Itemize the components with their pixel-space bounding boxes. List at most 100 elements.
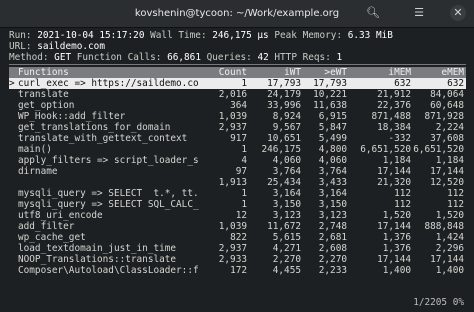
summary-line-method: Method: GET Function Calls: 66,861 Queri…: [9, 52, 466, 63]
cell-count: 2,937: [218, 243, 247, 254]
queries-label: Queries:: [206, 52, 252, 63]
http-requests-value: 1: [336, 52, 343, 63]
column-header-emem[interactable]: eMEM: [411, 67, 464, 78]
wall-time-label: Wall Time:: [150, 30, 207, 41]
table-row[interactable]: utf8_uri_encode 12 3,123 3,123 1,520 1,520: [9, 210, 466, 221]
cell-emem: 632: [447, 78, 464, 89]
cell-ewt: 2,608: [318, 243, 347, 254]
run-label: Run:: [9, 30, 32, 41]
cell-ewt: 3,164: [318, 188, 347, 199]
table-row[interactable]: WP_Hook::add_filter 1,039 8,924 6,915 871,48…: [9, 111, 466, 122]
cell-fn: translate_with_gettext_context: [18, 133, 188, 144]
cell-iwt: 3,764: [272, 166, 301, 177]
cell-imem: 17,144: [377, 254, 411, 265]
hamburger-menu-icon[interactable]: ☰: [411, 5, 427, 21]
cell-ewt: 11,638: [313, 100, 347, 111]
column-header-ewt[interactable]: >eWT: [301, 67, 347, 78]
cell-count: 172: [230, 265, 247, 276]
cell-fn: NOOP_Translations::translate: [18, 254, 177, 265]
wall-time-value: 246,175 μs: [212, 30, 269, 41]
table-row[interactable]: translate_with_gettext_context 917 10,651 5…: [9, 133, 466, 144]
title-bar: kovshenin@tycoon: ~/Work/example.org 🔍︎ …: [0, 0, 474, 28]
cell-imem: 22,376: [377, 100, 411, 111]
table-row[interactable]: Composer\Autoload\ClassLoader::f 172 4,455…: [9, 265, 466, 276]
cell-emem: 1,400: [435, 265, 464, 276]
column-header-functions[interactable]: Functions: [18, 67, 208, 78]
cell-iwt: 8,924: [272, 111, 301, 122]
scroll-position: 1/2205 0%: [413, 297, 464, 308]
cell-emem: 84,064: [430, 89, 464, 100]
cell-imem: 17,144: [377, 166, 411, 177]
table-row[interactable]: load_textdomain_just_in_time 2,937 4,271 2,…: [9, 243, 466, 254]
cell-iwt: 3,123: [272, 210, 301, 221]
cell-fn: get_option: [18, 100, 75, 111]
cell-count: 97: [235, 166, 247, 177]
cell-emem: 112: [447, 199, 464, 210]
column-header-imem[interactable]: iMEM: [347, 67, 411, 78]
cell-imem: 21,912: [377, 89, 411, 100]
table-row[interactable]: mysqli_query => SELECT t.*, tt. 1 3,164 3,1…: [9, 188, 466, 199]
search-icon[interactable]: 🔍︎: [365, 5, 381, 21]
cell-iwt: 4,271: [272, 243, 301, 254]
queries-value: 42: [257, 52, 269, 63]
cell-iwt: 3,164: [272, 188, 301, 199]
column-header-count[interactable]: Count: [189, 67, 247, 78]
table-row[interactable]: apply_filters => script_loader_s 4 4,060 4,…: [9, 155, 466, 166]
method-label: Method:: [9, 52, 49, 63]
table-row-selected[interactable]: > curl_exec => https://saildemo.co 1 17,793…: [9, 78, 466, 89]
cell-fn: mysqli_query => SELECT SQL_CALC_: [18, 199, 199, 210]
table-row[interactable]: wp_cache_get 822 5,615 2,681 1,376 1,424: [9, 232, 466, 243]
cell-imem: 17,144: [377, 221, 411, 232]
cell-ewt: 2,748: [318, 221, 347, 232]
cell-ewt: 5,499: [318, 133, 347, 144]
cell-count: 1,039: [218, 111, 247, 122]
url-value: saildemo.com: [37, 41, 105, 52]
cell-imem: 871,488: [371, 111, 411, 122]
cell-ewt: 2,681: [318, 232, 347, 243]
cell-ewt: 2,233: [318, 265, 347, 276]
close-icon[interactable]: ✕: [450, 5, 466, 21]
cell-fn: apply_filters => script_loader_s: [18, 155, 199, 166]
method-value: GET: [54, 52, 72, 63]
table-row[interactable]: translate 2,016 24,179 10,221 21,912 84,064: [9, 89, 466, 100]
cell-iwt: 11,672: [267, 221, 301, 232]
profile-table: Functions Count iWT >eWT iMEM eMEM > curl…: [9, 67, 466, 276]
cell-imem: 1,376: [382, 243, 411, 254]
cell-imem: 632: [394, 78, 411, 89]
cell-count: 1,039: [218, 221, 247, 232]
cell-iwt: 4,060: [272, 155, 301, 166]
cell-ewt: 17,793: [313, 78, 347, 89]
table-row[interactable]: 1,913 25,434 3,433 21,320 12,520: [9, 177, 466, 188]
table-row[interactable]: main() 1 246,175 4,800 6,651,520 6,651,520: [9, 144, 466, 155]
peak-memory-value: 6.33 MiB: [347, 30, 393, 41]
table-row[interactable]: NOOP_Translations::translate 2,933 2,270 2,…: [9, 254, 466, 265]
cell-count: 1: [241, 199, 247, 210]
cell-fn: curl_exec => https://saildemo.co: [18, 78, 199, 89]
table-row[interactable]: get_option 364 33,996 11,638 22,376 60,648: [9, 100, 466, 111]
cell-count: 917: [230, 133, 247, 144]
cell-emem: 2,296: [435, 243, 464, 254]
cell-emem: 12,520: [430, 177, 464, 188]
cell-emem: 1,184: [435, 155, 464, 166]
table-row[interactable]: dirname 97 3,764 3,764 17,144 17,144: [9, 166, 466, 177]
table-row[interactable]: add_filter 1,039 11,672 2,748 17,144 888,848: [9, 221, 466, 232]
cell-imem: 1,400: [382, 265, 411, 276]
summary-line-url: URL: saildemo.com: [9, 41, 466, 52]
cell-fn: utf8_uri_encode: [18, 210, 103, 221]
table-row[interactable]: mysqli_query => SELECT SQL_CALC_ 1 3,150 3,…: [9, 199, 466, 210]
table-header: Functions Count iWT >eWT iMEM eMEM: [9, 67, 466, 78]
terminal-content: Run: 2021-10-04 15:17:20 Wall Time: 246,…: [9, 30, 466, 312]
table-row[interactable]: get_translations_for_domain 2,937 9,567 5,8…: [9, 122, 466, 133]
cell-imem: -332: [388, 133, 411, 144]
cell-emem: 60,648: [430, 100, 464, 111]
run-value: 2021-10-04 15:17:20: [37, 30, 145, 41]
cell-iwt: 17,793: [267, 78, 301, 89]
column-header-iwt[interactable]: iWT: [247, 67, 301, 78]
cell-imem: 18,384: [377, 122, 411, 133]
selection-marker: >: [9, 78, 15, 89]
peak-memory-label: Peak Memory:: [274, 30, 343, 41]
cell-iwt: 4,455: [272, 265, 301, 276]
cell-count: 364: [230, 100, 247, 111]
cell-count: 1: [241, 78, 247, 89]
cell-fn: translate: [18, 89, 69, 100]
